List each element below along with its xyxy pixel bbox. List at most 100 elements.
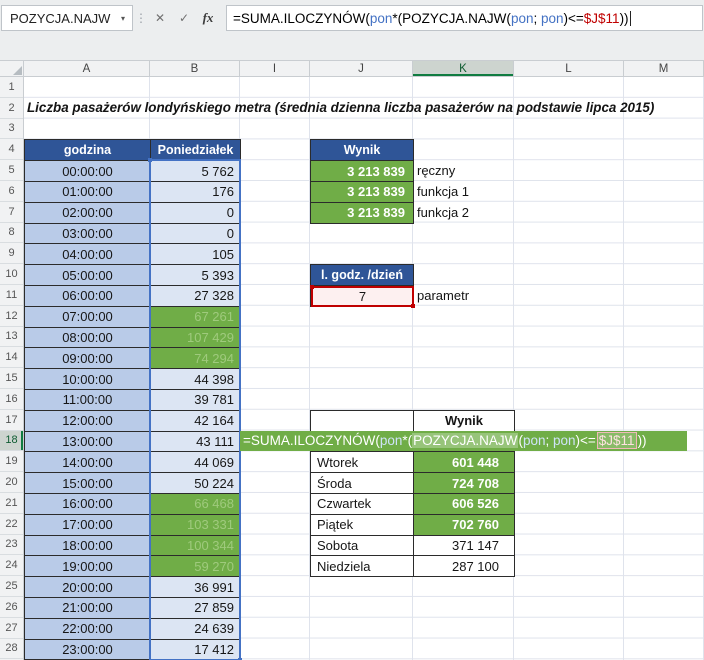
cell-value-12:00:00[interactable]: 42 164	[151, 411, 241, 432]
column-header-i[interactable]: I	[240, 61, 310, 76]
cell-time-03:00:00[interactable]: 03:00:00	[25, 224, 151, 245]
cell-day-0[interactable]: Wtorek	[311, 452, 414, 473]
cell-value-04:00:00[interactable]: 105	[151, 244, 241, 265]
cell-value-09:00:00[interactable]: 74 294	[151, 348, 241, 369]
cell-value-05:00:00[interactable]: 5 393	[151, 265, 241, 286]
cell-time-22:00:00[interactable]: 22:00:00	[25, 619, 151, 640]
column-header-j[interactable]: J	[310, 61, 413, 76]
row-header-12[interactable]: 12	[0, 306, 23, 327]
cell-time-07:00:00[interactable]: 07:00:00	[25, 307, 151, 328]
cell-value-02:00:00[interactable]: 0	[151, 203, 241, 224]
sheet-grid[interactable]: 1234567891011121314151617181920212223242…	[0, 77, 704, 660]
column-header-b[interactable]: B	[150, 61, 240, 76]
cell-value-21:00:00[interactable]: 27 859	[151, 598, 241, 619]
cell-time-05:00:00[interactable]: 05:00:00	[25, 265, 151, 286]
cell-day-4[interactable]: Sobota	[311, 536, 414, 557]
insert-function-icon[interactable]: fx	[196, 5, 220, 31]
row-header-19[interactable]: 19	[0, 451, 23, 472]
cancel-icon[interactable]: ✕	[148, 5, 172, 31]
formula-input[interactable]: =SUMA.ILOCZYNÓW(pon*(POZYCJA.NAJW(pon; p…	[226, 5, 703, 31]
cell-time-02:00:00[interactable]: 02:00:00	[25, 203, 151, 224]
cell-time-19:00:00[interactable]: 19:00:00	[25, 556, 151, 577]
cell-value-20:00:00[interactable]: 36 991	[151, 577, 241, 598]
row-header-27[interactable]: 27	[0, 618, 23, 639]
result-value-function2[interactable]: 3 213 839	[311, 203, 414, 224]
column-header-k[interactable]: K	[413, 61, 514, 76]
row-header-20[interactable]: 20	[0, 472, 23, 493]
cell-value-07:00:00[interactable]: 67 261	[151, 307, 241, 328]
cell-value-17:00:00[interactable]: 103 331	[151, 515, 241, 536]
result-header[interactable]: Wynik	[311, 140, 414, 161]
row-header-7[interactable]: 7	[0, 202, 23, 223]
cell-time-15:00:00[interactable]: 15:00:00	[25, 473, 151, 494]
row-header-14[interactable]: 14	[0, 347, 23, 368]
cell-value-23:00:00[interactable]: 17 412	[151, 640, 241, 660]
cell-value-19:00:00[interactable]: 59 270	[151, 556, 241, 577]
days-table-corner-cell[interactable]	[311, 411, 414, 432]
row-header-3[interactable]: 3	[0, 119, 23, 140]
cell-value-15:00:00[interactable]: 50 224	[151, 473, 241, 494]
cell-time-14:00:00[interactable]: 14:00:00	[25, 452, 151, 473]
row-header-17[interactable]: 17	[0, 410, 23, 431]
row-header-5[interactable]: 5	[0, 160, 23, 181]
cell-day-value-0[interactable]: 601 448	[414, 452, 515, 473]
row-header-9[interactable]: 9	[0, 243, 23, 264]
column-header-l[interactable]: L	[514, 61, 624, 76]
cell-value-11:00:00[interactable]: 39 781	[151, 390, 241, 411]
cell-value-00:00:00[interactable]: 5 762	[151, 161, 241, 182]
cell-time-12:00:00[interactable]: 12:00:00	[25, 411, 151, 432]
cell-value-06:00:00[interactable]: 27 328	[151, 286, 241, 307]
cell-value-13:00:00[interactable]: 43 111	[151, 432, 241, 453]
cell-day-value-1[interactable]: 724 708	[414, 473, 515, 494]
cell-edit-overlay[interactable]: =SUMA.ILOCZYNÓW(pon*(POZYCJA.NAJW(pon; p…	[240, 431, 687, 452]
cell-value-08:00:00[interactable]: 107 429	[151, 328, 241, 349]
row-header-18[interactable]: 18	[0, 431, 23, 452]
cell-time-23:00:00[interactable]: 23:00:00	[25, 640, 151, 660]
cell-value-14:00:00[interactable]: 44 069	[151, 452, 241, 473]
cell-day-value-2[interactable]: 606 526	[414, 494, 515, 515]
chevron-down-icon[interactable]: ▾	[114, 6, 132, 30]
row-header-25[interactable]: 25	[0, 576, 23, 597]
row-header-1[interactable]: 1	[0, 77, 23, 98]
days-table-header[interactable]: Wynik	[414, 411, 515, 432]
select-all-corner[interactable]	[0, 61, 24, 76]
cell-value-03:00:00[interactable]: 0	[151, 224, 241, 245]
cell-day-1[interactable]: Środa	[311, 473, 414, 494]
result-value-manual[interactable]: 3 213 839	[311, 161, 414, 182]
cell-value-10:00:00[interactable]: 44 398	[151, 369, 241, 390]
row-header-11[interactable]: 11	[0, 285, 23, 306]
cell-value-22:00:00[interactable]: 24 639	[151, 619, 241, 640]
row-header-16[interactable]: 16	[0, 389, 23, 410]
row-header-2[interactable]: 2	[0, 98, 23, 119]
row-header-15[interactable]: 15	[0, 368, 23, 389]
row-header-8[interactable]: 8	[0, 223, 23, 244]
cell-time-10:00:00[interactable]: 10:00:00	[25, 369, 151, 390]
row-header-10[interactable]: 10	[0, 264, 23, 285]
cell-day-5[interactable]: Niedziela	[311, 556, 414, 577]
row-header-13[interactable]: 13	[0, 327, 23, 348]
cell-time-20:00:00[interactable]: 20:00:00	[25, 577, 151, 598]
param-header[interactable]: l. godz. /dzień	[311, 265, 414, 286]
name-box[interactable]: POZYCJA.NAJW ▾	[1, 5, 133, 31]
row-header-26[interactable]: 26	[0, 597, 23, 618]
cell-time-08:00:00[interactable]: 08:00:00	[25, 328, 151, 349]
cell-time-21:00:00[interactable]: 21:00:00	[25, 598, 151, 619]
cell-time-00:00:00[interactable]: 00:00:00	[25, 161, 151, 182]
cell-day-value-3[interactable]: 702 760	[414, 515, 515, 536]
row-header-28[interactable]: 28	[0, 639, 23, 660]
cell-value-16:00:00[interactable]: 66 468	[151, 494, 241, 515]
row-header-22[interactable]: 22	[0, 514, 23, 535]
cell-time-04:00:00[interactable]: 04:00:00	[25, 244, 151, 265]
cell-day-value-5[interactable]: 287 100	[414, 556, 515, 577]
column-header-m[interactable]: M	[624, 61, 704, 76]
cell-time-13:00:00[interactable]: 13:00:00	[25, 432, 151, 453]
cell-time-16:00:00[interactable]: 16:00:00	[25, 494, 151, 515]
cell-value-01:00:00[interactable]: 176	[151, 182, 241, 203]
hours-table-header-monday[interactable]: Poniedziałek	[151, 140, 241, 161]
cell-time-18:00:00[interactable]: 18:00:00	[25, 536, 151, 557]
column-header-a[interactable]: A	[24, 61, 150, 76]
cell-value-18:00:00[interactable]: 100 344	[151, 536, 241, 557]
row-header-21[interactable]: 21	[0, 493, 23, 514]
param-value-cell[interactable]: 7	[311, 286, 414, 307]
cell-day-2[interactable]: Czwartek	[311, 494, 414, 515]
